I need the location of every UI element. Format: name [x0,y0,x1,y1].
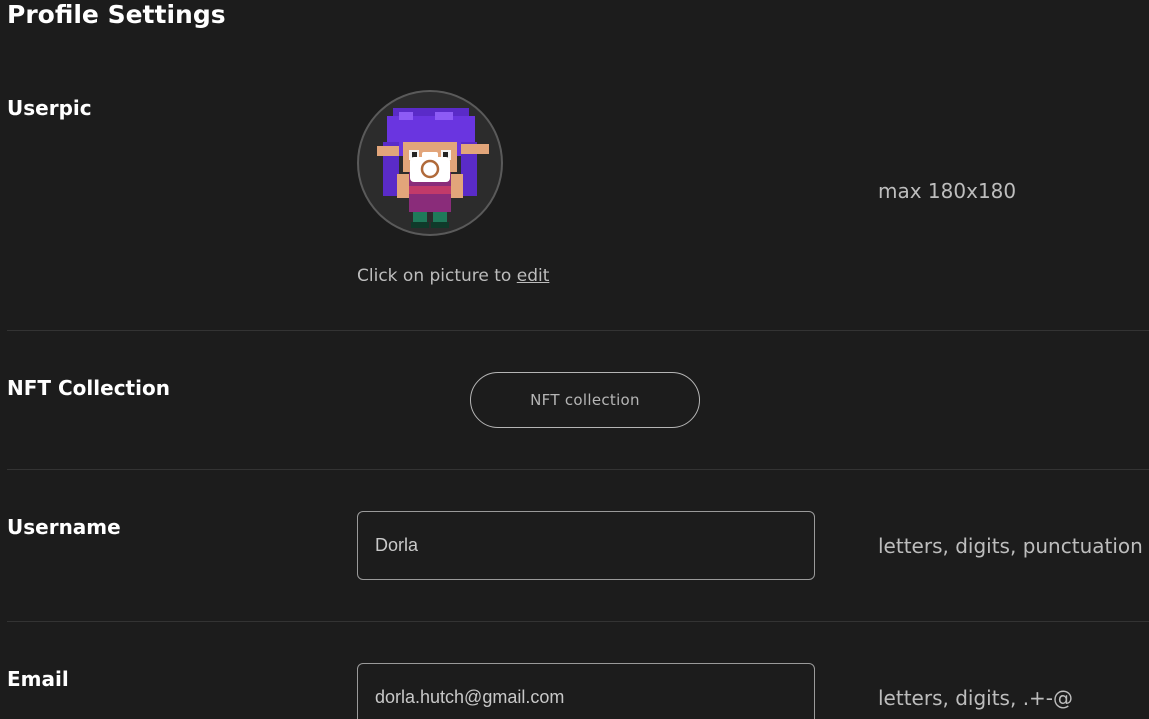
divider [7,330,1149,331]
userpic-hint: max 180x180 [878,179,1017,203]
divider [7,621,1149,622]
nft-collection-label: NFT Collection [7,376,170,400]
username-hint: letters, digits, punctuation [878,534,1143,558]
email-label: Email [7,667,69,691]
email-hint: letters, digits, .+-@ [878,686,1074,710]
page-title: Profile Settings [7,0,226,29]
avatar[interactable] [357,90,503,236]
edit-avatar-link[interactable]: edit [517,266,550,286]
divider [7,469,1149,470]
username-label: Username [7,515,121,539]
email-input[interactable] [357,663,815,719]
nft-collection-button[interactable]: NFT collection [470,372,700,428]
camera-icon [410,152,450,182]
userpic-label: Userpic [7,96,92,120]
username-input[interactable] [357,511,815,580]
avatar-caption: Click on picture to edit [357,264,549,288]
avatar-caption-text: Click on picture to [357,266,517,286]
profile-settings-page: Profile Settings Userpic Click on pictur… [0,0,1149,719]
